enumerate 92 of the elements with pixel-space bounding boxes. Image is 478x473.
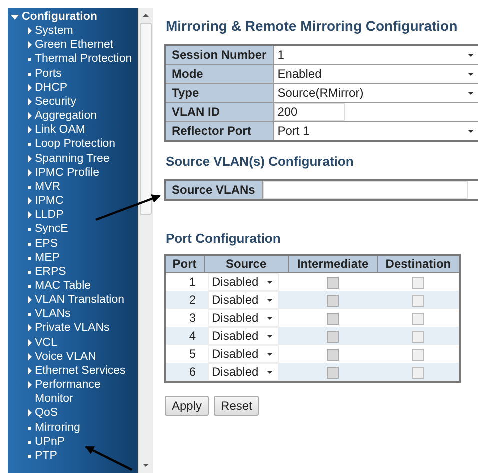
field-label: Source VLANs — [165, 180, 262, 200]
sidebar-section-link[interactable]: Configuration — [22, 10, 98, 24]
scrollbar[interactable] — [138, 8, 153, 473]
caret-icon — [28, 409, 32, 418]
table-cell: 5 — [165, 345, 204, 363]
bullet-icon — [28, 426, 31, 430]
dropdown[interactable]: Port 1 — [274, 122, 478, 140]
bullet-icon — [28, 256, 31, 260]
caret-icon — [266, 280, 273, 284]
dropdown[interactable]: 1 — [274, 46, 478, 64]
sidebar-item[interactable]: LLDP — [35, 208, 64, 222]
bullet-icon — [28, 284, 31, 288]
sidebar-item[interactable]: Link OAM — [35, 123, 86, 138]
dropdown[interactable]: Disabled — [208, 291, 279, 309]
bullet-icon — [28, 72, 31, 76]
caret-icon — [468, 54, 474, 56]
bullet-icon — [28, 143, 31, 146]
bullet-icon — [28, 440, 31, 444]
sidebar-item[interactable]: MEP — [35, 250, 60, 265]
sidebar-item[interactable]: Loop Protection — [35, 137, 116, 152]
sidebar-item[interactable]: ERPS — [35, 264, 66, 279]
sidebar-item[interactable]: Performance Monitor — [35, 378, 138, 406]
bullet-icon — [28, 228, 31, 232]
sidebar-item[interactable]: Security — [35, 94, 77, 110]
sidebar-item[interactable]: VCL — [35, 336, 58, 350]
arrow — [96, 194, 161, 222]
input-field[interactable] — [263, 181, 468, 199]
sidebar-item[interactable]: EPS — [35, 236, 58, 251]
table-cell: 6 — [165, 363, 204, 382]
caret-icon — [468, 72, 474, 76]
sidebar-item[interactable]: IPMC — [35, 194, 64, 208]
table-cell: 1 — [165, 272, 204, 291]
sidebar-item[interactable]: Private VLANs — [35, 321, 110, 336]
sidebar-item[interactable]: Voice VLAN — [35, 350, 96, 364]
sidebar-item[interactable]: UPnP — [35, 434, 66, 449]
section-title: Mirroring & Remote Mirroring Configuration — [166, 18, 459, 34]
column-header: Destination — [377, 255, 460, 272]
sidebar-item[interactable]: MAC Table — [35, 278, 92, 294]
sidebar-item[interactable]: Spanning Tree — [35, 152, 110, 166]
dropdown[interactable]: Disabled — [208, 309, 279, 327]
sidebar-item[interactable]: Ethernet Services — [35, 364, 126, 378]
button[interactable]: Apply — [165, 396, 210, 416]
caret-icon — [468, 92, 474, 94]
arrow — [85, 446, 132, 471]
sidebar-item[interactable]: Mirroring — [35, 420, 80, 435]
caret-icon — [266, 298, 273, 302]
sidebar-item[interactable]: Green Ethernet — [35, 38, 114, 52]
column-header: Intermediate — [288, 255, 378, 272]
sidebar-item[interactable]: VLANs — [35, 307, 71, 322]
bullet-icon — [28, 313, 31, 316]
bullet-icon — [28, 454, 31, 458]
field-label: Reflector Port — [165, 122, 274, 141]
dropdown[interactable]: Disabled — [208, 327, 279, 345]
sidebar-item[interactable]: Thermal Protection — [35, 52, 132, 67]
sidebar-item[interactable]: QoS — [35, 406, 58, 421]
dropdown[interactable]: Disabled — [208, 345, 279, 363]
section-title: Port Configuration — [166, 231, 282, 246]
sidebar-item[interactable]: SyncE — [35, 222, 68, 236]
caret-icon — [266, 334, 273, 338]
field-label: Type — [165, 84, 274, 102]
input-field[interactable]: 200 — [274, 103, 345, 121]
bullet-icon — [28, 270, 31, 274]
column-header: Source — [204, 255, 289, 272]
bullet-icon — [28, 58, 31, 62]
sidebar-item[interactable]: System — [35, 24, 74, 38]
field-label: Mode — [165, 64, 274, 84]
bullet-icon — [28, 242, 31, 246]
caret-icon — [266, 316, 273, 320]
sidebar-item[interactable]: Ports — [35, 66, 62, 81]
field-label: VLAN ID — [165, 102, 274, 122]
dropdown[interactable]: Disabled — [208, 273, 279, 291]
table-cell: 3 — [165, 309, 204, 327]
dropdown[interactable]: Enabled — [274, 65, 478, 83]
sidebar-item[interactable]: VLAN Translation — [35, 293, 124, 308]
caret-icon — [28, 296, 32, 304]
dropdown[interactable]: Disabled — [208, 363, 279, 381]
caret-icon — [266, 370, 273, 374]
table-cell: 2 — [165, 291, 204, 309]
sidebar-item[interactable]: IPMC Profile — [35, 166, 100, 180]
table-cell: 4 — [165, 327, 204, 345]
field-label: Session Number — [165, 45, 274, 64]
sidebar-item[interactable]: PTP — [35, 448, 58, 463]
sidebar-item[interactable]: Aggregation — [35, 109, 98, 124]
dropdown[interactable]: Source(RMirror) — [274, 84, 478, 102]
bullet-icon — [28, 186, 31, 189]
section-title: Source VLAN(s) Configuration — [166, 154, 355, 169]
sidebar-item[interactable]: MVR — [35, 180, 61, 194]
button[interactable]: Reset — [214, 396, 260, 416]
caret-icon — [266, 352, 273, 356]
caret-icon — [468, 130, 474, 132]
column-header: Port — [165, 255, 204, 272]
sidebar-item[interactable]: DHCP — [35, 80, 68, 95]
